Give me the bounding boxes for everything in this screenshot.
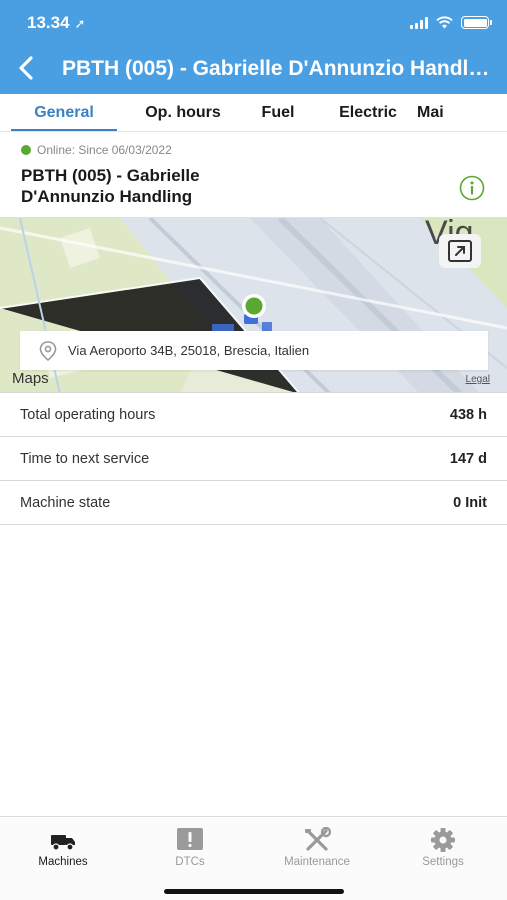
nav-label: Machines	[38, 856, 88, 868]
nav-maintenance[interactable]: Maintenance	[262, 827, 372, 868]
expand-map-button[interactable]	[439, 234, 481, 268]
info-icon	[459, 175, 485, 201]
location-map[interactable]: Vig Via Aeroporto 34B, 25018, Brescia, I…	[0, 217, 507, 393]
nav-label: DTCs	[175, 856, 205, 868]
online-dot-icon	[21, 145, 31, 155]
address-bar: Via Aeroporto 34B, 25018, Brescia, Itali…	[20, 331, 488, 370]
wifi-icon	[436, 16, 453, 29]
info-button[interactable]	[459, 175, 485, 201]
status-time-text: 13.34	[27, 13, 70, 32]
machine-header: Online: Since 06/03/2022 PBTH (005) - Ga…	[0, 133, 507, 217]
detail-row-next-service: Time to next service 147 d	[0, 437, 507, 481]
machine-name: PBTH (005) - Gabrielle D'Annunzio Handli…	[21, 166, 200, 206]
detail-row-operating-hours: Total operating hours 438 h	[0, 393, 507, 437]
bottom-navigation: Machines DTCs Maintenance Settings	[0, 816, 507, 900]
details-list: Total operating hours 438 h Time to next…	[0, 393, 507, 525]
nav-label: Maintenance	[284, 856, 350, 868]
page-title: PBTH (005) - Gabrielle D'Annunzio Handli…	[62, 57, 494, 80]
nav-dtcs[interactable]: DTCs	[135, 827, 245, 868]
status-bar-time: 13.34 ➚	[27, 13, 85, 33]
legal-link[interactable]: Legal	[466, 374, 490, 385]
detail-value: 438 h	[449, 406, 487, 423]
expand-arrow-icon	[448, 240, 472, 262]
gear-icon	[431, 828, 455, 852]
location-pin-icon	[242, 294, 266, 318]
status-icons	[410, 16, 492, 29]
tab-fuel[interactable]: Fuel	[243, 94, 313, 131]
battery-icon	[461, 16, 492, 29]
online-status-text: Online: Since 06/03/2022	[37, 143, 172, 157]
online-status: Online: Since 06/03/2022	[21, 143, 172, 157]
alert-icon	[177, 828, 203, 850]
location-arrow-icon: ➚	[74, 16, 86, 31]
cellular-signal-icon	[410, 16, 428, 29]
detail-row-machine-state: Machine state 0 Init	[0, 481, 507, 525]
tab-bar: General Op. hours Fuel Electric Mai	[0, 94, 507, 132]
nav-machines[interactable]: Machines	[8, 827, 118, 868]
tab-op-hours[interactable]: Op. hours	[127, 94, 239, 131]
map-marker-icon	[39, 340, 57, 361]
truck-icon	[51, 835, 75, 851]
detail-label: Time to next service	[20, 450, 150, 467]
detail-value: 147 d	[449, 450, 487, 467]
detail-label: Machine state	[20, 494, 111, 511]
tab-electric[interactable]: Electric	[323, 94, 413, 131]
nav-label: Settings	[422, 856, 464, 868]
nav-settings[interactable]: Settings	[388, 827, 498, 868]
apple-maps-logo: Maps	[12, 370, 49, 387]
wrench-screwdriver-icon	[305, 827, 332, 851]
address-text: Via Aeroporto 34B, 25018, Brescia, Itali…	[68, 343, 310, 358]
detail-value: 0 Init	[453, 494, 487, 511]
maps-label: Maps	[12, 370, 49, 387]
tab-general[interactable]: General	[11, 94, 117, 131]
chevron-left-icon	[19, 56, 33, 80]
home-indicator	[164, 889, 344, 894]
tab-maintenance-truncated[interactable]: Mai	[417, 94, 477, 131]
top-bar: 13.34 ➚ PBTH (005) - Gabrielle D'Annunzio…	[0, 0, 507, 94]
detail-label: Total operating hours	[20, 406, 156, 423]
back-button[interactable]	[14, 54, 40, 82]
